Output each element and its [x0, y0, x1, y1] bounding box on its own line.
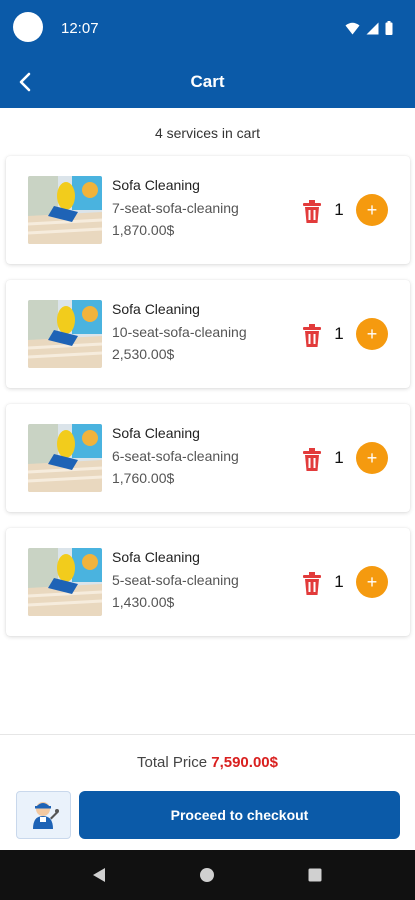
support-button[interactable] — [16, 791, 71, 839]
camera-cutout — [13, 12, 43, 42]
app-bar: Cart — [0, 56, 415, 108]
service-variant: 10-seat-sofa-cleaning — [112, 324, 247, 340]
increase-quantity-button[interactable]: + — [356, 442, 388, 474]
total-price-value: 7,590.00$ — [211, 754, 278, 771]
service-variant: 7-seat-sofa-cleaning — [112, 200, 239, 216]
sofa-cleaning-image — [28, 176, 102, 244]
service-price: 1,760.00$ — [112, 470, 175, 486]
cart-item: Sofa Cleaning 10-seat-sofa-cleaning 2,53… — [6, 280, 410, 388]
trash-icon[interactable] — [301, 572, 323, 596]
service-thumbnail — [28, 424, 102, 492]
increase-quantity-button[interactable]: + — [356, 318, 388, 350]
cart-count: 4 services in cart — [154, 125, 261, 141]
cart-list: Sofa Cleaning 7-seat-sofa-cleaning 1,870… — [6, 156, 410, 652]
service-name: Sofa Cleaning — [112, 301, 200, 317]
battery-icon — [385, 21, 393, 35]
checkout-panel: Total Price 7,590.00$ Proceed to checkou… — [0, 734, 415, 850]
page-title: Cart — [190, 72, 225, 91]
service-price: 1,870.00$ — [112, 222, 175, 238]
cart-item: Sofa Cleaning 6-seat-sofa-cleaning 1,760… — [6, 404, 410, 512]
service-name: Sofa Cleaning — [112, 177, 200, 193]
cart-item: Sofa Cleaning 5-seat-sofa-cleaning 1,430… — [6, 528, 410, 636]
quantity-value: 1 — [334, 324, 344, 343]
service-thumbnail — [28, 548, 102, 616]
signal-icon — [366, 22, 379, 34]
service-thumbnail — [28, 176, 102, 244]
quantity-value: 1 — [334, 448, 344, 467]
nav-back-icon[interactable] — [91, 867, 107, 883]
increase-quantity-button[interactable]: + — [356, 194, 388, 226]
service-price: 1,430.00$ — [112, 594, 175, 610]
total-price: Total Price 7,590.00$ — [0, 754, 415, 771]
service-thumbnail — [28, 300, 102, 368]
service-name: Sofa Cleaning — [112, 549, 200, 565]
nav-recents-icon[interactable] — [307, 867, 323, 883]
increase-quantity-button[interactable]: + — [356, 566, 388, 598]
wifi-icon — [345, 22, 360, 34]
sofa-cleaning-image — [28, 424, 102, 492]
trash-icon[interactable] — [301, 448, 323, 472]
system-navigation-bar — [0, 850, 415, 900]
sofa-cleaning-image — [28, 548, 102, 616]
status-icons — [345, 20, 393, 36]
service-variant: 5-seat-sofa-cleaning — [112, 572, 239, 588]
quantity-value: 1 — [334, 200, 344, 219]
status-bar: 12:07 — [0, 0, 415, 56]
cart-item: Sofa Cleaning 7-seat-sofa-cleaning 1,870… — [6, 156, 410, 264]
technician-icon — [32, 802, 59, 829]
quantity-value: 1 — [334, 572, 344, 591]
sofa-cleaning-image — [28, 300, 102, 368]
total-price-label: Total Price — [137, 754, 208, 771]
proceed-to-checkout-button[interactable]: Proceed to checkout — [79, 791, 400, 839]
status-time: 12:07 — [61, 20, 99, 37]
nav-home-icon[interactable] — [199, 867, 215, 883]
service-price: 2,530.00$ — [112, 346, 175, 362]
service-name: Sofa Cleaning — [112, 425, 200, 441]
trash-icon[interactable] — [301, 200, 323, 224]
trash-icon[interactable] — [301, 324, 323, 348]
service-variant: 6-seat-sofa-cleaning — [112, 448, 239, 464]
